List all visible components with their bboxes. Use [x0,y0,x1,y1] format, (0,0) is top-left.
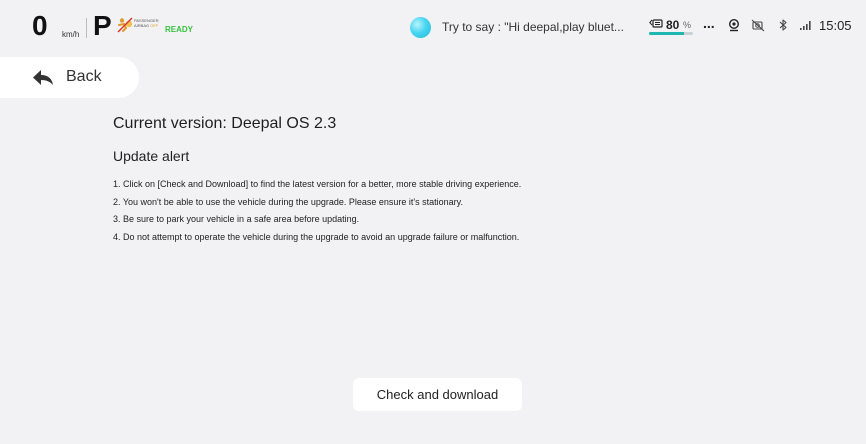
status-bar: 0 km/h P PASSENGER AIRBAG OFF READY Try … [0,0,866,56]
driver-camera-icon[interactable] [727,18,741,32]
speed-unit: km/h [62,30,80,39]
clock: 15:05 [819,18,852,33]
back-arrow-icon [33,70,53,85]
battery-level-bar [649,32,693,35]
current-version: Current version: Deepal OS 2.3 [113,115,337,132]
battery-level-fill [649,32,685,35]
back-button[interactable]: Back [0,57,139,98]
airbag-state: OFF [150,23,159,28]
update-alert-list: 1. Click on [Check and Download] to find… [113,176,521,246]
voice-assistant-icon[interactable] [410,17,431,38]
gear-indicator: P [93,10,112,41]
speed-readout: 0 [32,10,48,41]
battery-unit: % [683,20,692,30]
ready-indicator: READY [165,25,194,34]
update-alert-title: Update alert [113,148,190,164]
battery-icon [649,19,663,28]
camera-off-icon[interactable] [751,18,765,32]
back-label: Back [66,68,102,85]
airbag-icon [117,17,133,33]
bluetooth-icon[interactable] [776,18,790,32]
more-icon[interactable]: ... [703,16,717,31]
status-divider [86,18,87,38]
airbag-status: PASSENGER AIRBAG OFF [134,18,159,28]
airbag-line2: AIRBAG [134,23,150,28]
alert-item: 1. Click on [Check and Download] to find… [113,179,522,189]
alert-item: 3. Be sure to park your vehicle in a saf… [113,214,360,224]
alert-item: 4. Do not attempt to operate the vehicle… [113,231,520,242]
voice-hint[interactable]: Try to say : "Hi deepal,play bluet... [442,20,624,34]
battery-value: 80 [666,18,680,32]
alert-item: 2. You won't be able to use the vehicle … [113,196,464,207]
check-and-download-button[interactable]: Check and download [353,378,522,411]
signal-icon [800,21,811,30]
